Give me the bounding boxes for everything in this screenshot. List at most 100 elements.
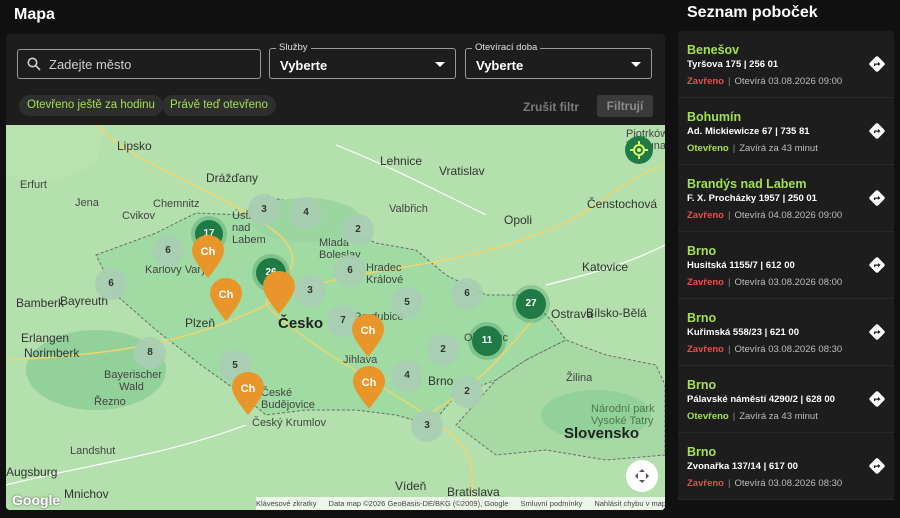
directions-icon[interactable] <box>869 190 885 206</box>
cluster-marker[interactable]: 11 <box>472 326 502 356</box>
status-note: Otevírá 03.08.2026 08:30 <box>734 344 843 355</box>
clear-filter-button[interactable]: Zrušit filtr <box>523 100 579 114</box>
chip-open-now[interactable]: Právě teď otevřeno <box>162 95 276 116</box>
status-note: Otevírá 03.08.2026 08:00 <box>734 277 843 288</box>
branch-city: Brno <box>687 311 717 325</box>
branch-status-line: Zavřeno | Otevírá 04.08.2026 09:00 <box>687 210 843 221</box>
cluster-marker[interactable]: 3 <box>248 194 280 226</box>
cluster-marker[interactable]: 6 <box>334 255 366 287</box>
branch-status-line: Otevřeno | Zavírá za 43 minut <box>687 143 818 154</box>
search-field[interactable] <box>17 49 261 79</box>
map-label: Augsburg <box>6 465 58 479</box>
branch-pin[interactable]: Ch <box>209 278 243 322</box>
map-label: Opoli <box>504 213 533 227</box>
map-label-country: Česko <box>278 315 324 332</box>
terms-link[interactable]: Smluvní podmínky <box>521 499 583 508</box>
status-note: Otevírá 03.08.2026 09:00 <box>734 76 843 87</box>
pin-label: Ch <box>241 383 256 395</box>
branch-pin[interactable]: Ch <box>352 366 386 410</box>
status-note: Zavírá za 43 minut <box>739 411 818 422</box>
cluster-marker[interactable]: 6 <box>451 278 483 310</box>
branch-city: Benešov <box>687 43 740 57</box>
list-item[interactable]: Brno Pálavské náměstí 4290/2 | 628 00 Ot… <box>678 366 894 433</box>
cluster-marker[interactable]: 8 <box>134 337 166 369</box>
pin-label: Ch <box>219 289 234 301</box>
branch-address: Husitská 1155/7 | 612 00 <box>687 260 795 271</box>
branch-list: Benešov Tyršova 175 | 256 01 Zavřeno | Ote… <box>678 31 894 518</box>
apply-filter-button[interactable]: Filtrují <box>597 95 653 117</box>
branch-pin[interactable]: Ch <box>351 314 385 358</box>
report-error-link[interactable]: Nahlásit chybu v mapě <box>594 499 665 508</box>
cluster-marker[interactable]: 6 <box>152 235 184 267</box>
chip-open-next-hour[interactable]: Otevřeno ještě za hodinu <box>19 95 163 116</box>
cluster-marker[interactable]: 2 <box>451 376 483 408</box>
cluster-marker[interactable]: 2 <box>427 334 459 366</box>
branch-city: Bohumín <box>687 110 742 124</box>
branch-city: Brno <box>687 244 717 258</box>
status-closed: Zavřeno <box>687 344 724 355</box>
directions-icon[interactable] <box>869 458 885 474</box>
map-label: Landshut <box>70 445 116 457</box>
branch-list-title: Seznam poboček <box>687 4 818 21</box>
branch-pin[interactable]: Ch <box>191 235 225 279</box>
directions-icon[interactable] <box>869 391 885 407</box>
pin-label: Ch <box>362 377 377 389</box>
list-item[interactable]: Benešov Tyršova 175 | 256 01 Zavřeno | Ote… <box>678 31 894 98</box>
cluster-marker[interactable]: 6 <box>95 268 127 300</box>
cluster-marker[interactable]: 3 <box>294 275 326 307</box>
map-view[interactable]: Lipsko Drážďany Lehnice Vratislav Erfurt… <box>6 125 665 510</box>
list-item[interactable]: Brno Husitská 1155/7 | 612 00 Zavřeno | Ot… <box>678 232 894 299</box>
map-label: Hradec Králové <box>366 262 404 286</box>
services-value: Vyberte <box>280 58 328 73</box>
search-input[interactable] <box>49 56 239 72</box>
cluster-marker[interactable]: 5 <box>391 287 423 319</box>
fullscreen-button[interactable] <box>626 460 658 492</box>
map-label: Norimberk <box>24 346 80 360</box>
expand-icon <box>635 469 649 483</box>
cluster-marker[interactable]: 27 <box>516 289 546 319</box>
map-label: Vídeň <box>395 479 427 493</box>
opening-hours-select[interactable]: Otevírací doba Vyberte <box>465 42 652 79</box>
map-label: Bayerischer Wald <box>104 369 163 393</box>
pin-label: Ch <box>361 325 376 337</box>
directions-icon[interactable] <box>869 324 885 340</box>
branch-pin[interactable]: Ch <box>231 372 265 416</box>
status-closed: Zavřeno <box>687 478 724 489</box>
cluster-marker[interactable]: 4 <box>391 360 423 392</box>
keyboard-shortcuts-link[interactable]: Klávesové zkratky <box>256 499 316 508</box>
status-open: Otevřeno <box>687 143 729 154</box>
opening-hours-label: Otevírací doba <box>472 42 541 53</box>
directions-icon[interactable] <box>869 123 885 139</box>
branch-city: Brandýs nad Labem <box>687 177 807 191</box>
map-label: Chemnitz <box>153 198 200 210</box>
status-note: Otevírá 04.08.2026 09:00 <box>734 210 843 221</box>
map-label: Řezno <box>94 396 126 408</box>
locate-me-button[interactable] <box>625 136 653 164</box>
list-item[interactable]: Brandýs nad Labem F. X. Procházky 1957 |… <box>678 165 894 232</box>
map-label: České Budějovice <box>261 387 315 411</box>
map-title: Mapa <box>14 6 55 23</box>
branch-city: Brno <box>687 378 717 392</box>
list-item[interactable]: Brno Zvonařka 137/14 | 617 00 Zavřeno | Ot… <box>678 433 894 500</box>
directions-icon[interactable] <box>869 257 885 273</box>
map-label: Čenstochová <box>587 197 658 211</box>
branch-address: Tyršova 175 | 256 01 <box>687 59 779 70</box>
chevron-down-icon <box>631 62 641 67</box>
services-select[interactable]: Služby Vyberte <box>269 42 456 79</box>
list-item[interactable]: Bohumín Ad. Mickiewicze 67 | 735 81 Otev… <box>678 98 894 165</box>
map-label: Valbřich <box>389 203 428 215</box>
cluster-marker[interactable]: 2 <box>342 214 374 246</box>
map-label: Drážďany <box>206 171 259 185</box>
cluster-marker[interactable]: 3 <box>411 410 443 442</box>
directions-icon[interactable] <box>869 56 885 72</box>
search-icon <box>27 57 41 71</box>
branch-city: Brno <box>687 445 717 459</box>
map-label: Cvikov <box>122 210 156 222</box>
cluster-marker[interactable]: 4 <box>290 197 322 229</box>
status-open: Otevřeno <box>687 411 729 422</box>
branch-address: Pálavské náměstí 4290/2 | 628 00 <box>687 394 835 405</box>
branch-status-line: Zavřeno | Otevírá 03.08.2026 08:00 <box>687 277 843 288</box>
branch-pin[interactable] <box>262 271 296 315</box>
list-item[interactable]: Brno Kuřimská 558/23 | 621 00 Zavřeno | Ot… <box>678 299 894 366</box>
map-label: Národní park Vysoké Tatry <box>591 403 655 427</box>
